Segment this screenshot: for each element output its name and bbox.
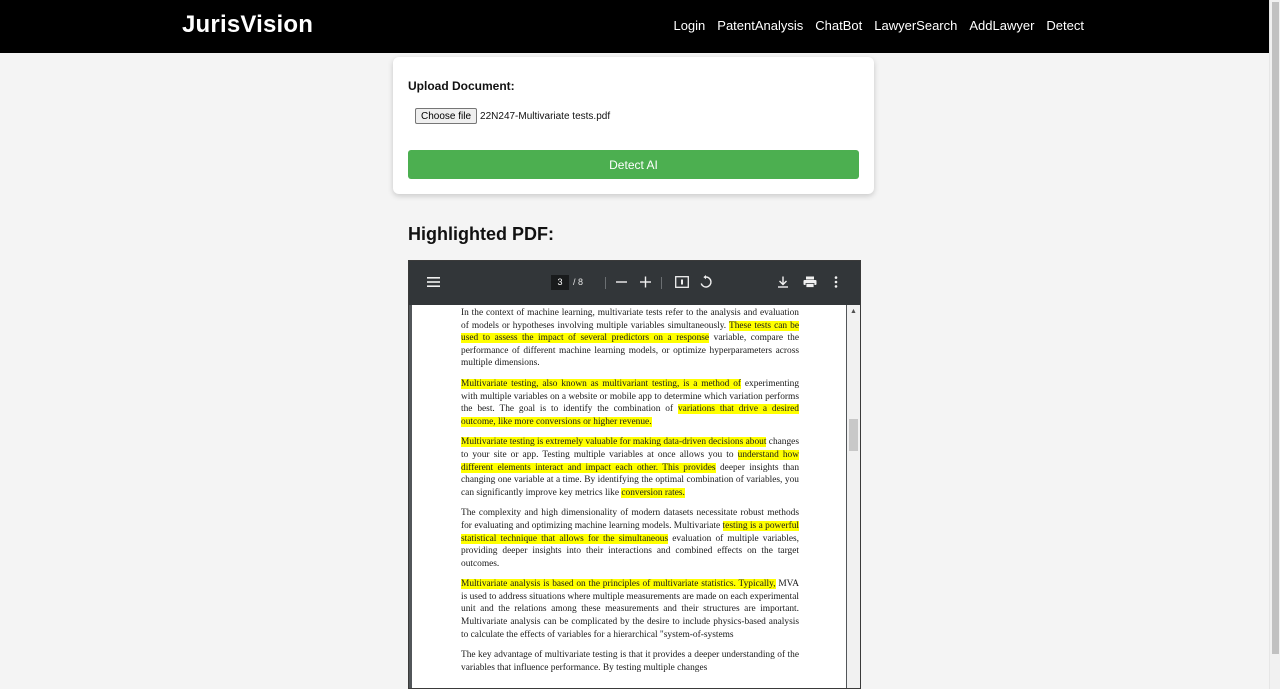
nav-links: Login PatentAnalysis ChatBot LawyerSearc… [673,18,1084,33]
zoom-out-icon[interactable] [616,276,627,291]
pdf-paragraph: Multivariate testing is extremely valuab… [461,436,800,499]
nav-link-lawyer-search[interactable]: LawyerSearch [874,18,957,33]
rotate-icon[interactable] [699,275,713,292]
page-scrollbar-thumb[interactable] [1272,2,1279,654]
toolbar-divider [605,277,606,289]
choose-file-button[interactable]: Choose file [415,108,478,124]
pdf-paragraph: The complexity and high dimensionality o… [461,507,799,570]
highlighted-pdf-heading: Highlighted PDF: [408,224,554,244]
brand-logo[interactable]: JurisVision [182,11,313,39]
selected-file-name: 22N247-Multivariate tests.pdf [480,110,611,122]
highlighted-text: conversion rates. [621,487,685,498]
page-number-input[interactable]: 3 [551,275,569,290]
upload-label: Upload Document: [408,79,515,93]
page-total: / 8 [573,277,584,287]
scroll-up-icon[interactable]: ▲ [850,308,857,315]
pdf-paragraph: The key advantage of multivariate testin… [461,649,799,674]
pdf-viewer: 3 / 8 In the context of machine learning… [408,260,861,689]
toolbar-divider [661,277,662,289]
fit-page-icon[interactable] [675,276,689,291]
navbar: JurisVision Login PatentAnalysis ChatBot… [0,0,1280,53]
pdf-page-text: In the context of machine learning, mult… [461,307,800,682]
menu-icon[interactable] [427,276,440,291]
zoom-in-icon[interactable] [640,276,651,291]
upload-card: Upload Document: Choose file 22N247-Mult… [393,57,874,194]
nav-link-login[interactable]: Login [673,18,705,33]
pdf-paragraph: Multivariate testing, also known as mult… [461,378,799,428]
print-icon[interactable] [803,276,817,291]
pdf-text: The key advantage of multivariate testin… [461,650,799,673]
nav-link-detect[interactable]: Detect [1046,18,1084,33]
pdf-scrollbar-thumb[interactable] [849,419,858,451]
page-scrollbar[interactable] [1269,0,1280,689]
file-input[interactable]: Choose file 22N247-Multivariate tests.pd… [415,108,610,124]
more-options-icon[interactable] [834,276,838,291]
pdf-paragraph: In the context of machine learning, mult… [461,307,799,370]
detect-ai-button[interactable]: Detect AI [408,150,859,179]
download-icon[interactable] [777,276,789,291]
nav-link-chatbot[interactable]: ChatBot [815,18,862,33]
pdf-page: In the context of machine learning, mult… [412,305,846,688]
pdf-paragraph: Multivariate analysis is based on the pr… [461,578,799,641]
pdf-toolbar: 3 / 8 [409,261,860,305]
pdf-scrollbar[interactable]: ▲ [847,305,860,688]
nav-link-patent-analysis[interactable]: PatentAnalysis [717,18,803,33]
highlighted-text: Multivariate testing, also known as mult… [461,378,742,389]
nav-link-add-lawyer[interactable]: AddLawyer [969,18,1034,33]
highlighted-text: Multivariate analysis is based on the pr… [461,579,776,590]
highlighted-text: Multivariate testing is extremely valuab… [461,437,767,448]
